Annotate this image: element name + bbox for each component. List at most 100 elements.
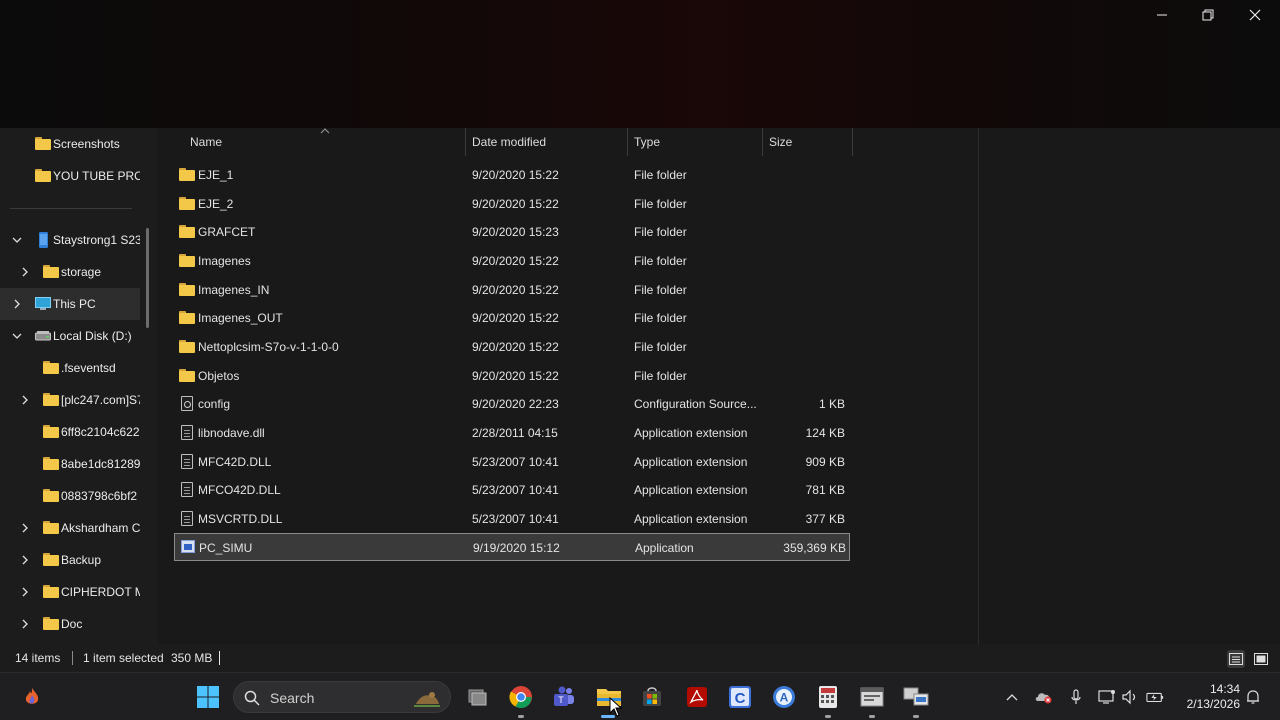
column-divider[interactable] xyxy=(852,128,853,156)
file-row[interactable]: MFCO42D.DLL 5/23/2007 10:41 Application ex… xyxy=(174,476,850,504)
navigation-pane: Screenshots YOU TUBE PROJ Staystrong1 S23 s… xyxy=(0,128,158,644)
nav-item-label: 8abe1dc81289 xyxy=(61,457,140,471)
file-row[interactable]: Imagenes_OUT 9/20/2020 15:22 File folder xyxy=(174,304,850,332)
nav-item-cipherdot-m[interactable]: CIPHERDOT M xyxy=(0,576,140,608)
chevron-right-icon[interactable] xyxy=(19,554,31,566)
c-app-button[interactable]: C xyxy=(726,683,754,711)
file-row[interactable]: PC_SIMU 9/19/2020 15:12 Application 359,369… xyxy=(174,533,850,561)
column-divider[interactable] xyxy=(627,128,628,156)
dll-file-icon xyxy=(181,511,193,526)
column-header-date[interactable]: Date modified xyxy=(472,128,546,156)
chevron-right-icon[interactable] xyxy=(19,586,31,598)
microphone-button[interactable] xyxy=(1067,688,1085,706)
remote-app-button[interactable] xyxy=(902,683,930,711)
running-indicator xyxy=(518,715,524,718)
onedrive-error-icon xyxy=(1035,693,1052,704)
file-row[interactable]: EJE_1 9/20/2020 15:22 File folder xyxy=(174,161,850,189)
search-highlight-bird-icon xyxy=(414,692,440,707)
store-button[interactable] xyxy=(638,683,666,711)
clock[interactable]: 14:34 2/13/2026 xyxy=(1178,682,1240,712)
file-row[interactable]: GRAFCET 9/20/2020 15:23 File folder xyxy=(174,218,850,246)
folder-icon xyxy=(43,457,59,471)
nav-item-storage[interactable]: storage xyxy=(0,256,140,288)
nav-item-8abe1dc81289[interactable]: 8abe1dc81289 xyxy=(0,448,140,480)
chevron-right-icon[interactable] xyxy=(19,394,31,406)
folder-icon xyxy=(43,393,59,407)
folder-icon xyxy=(179,168,195,181)
file-row[interactable]: Imagenes 9/20/2020 15:22 File folder xyxy=(174,247,850,275)
folder-icon xyxy=(179,225,195,238)
nav-item-backup[interactable]: Backup xyxy=(0,544,140,576)
chrome-button[interactable] xyxy=(507,683,535,711)
remote-app-icon xyxy=(903,687,929,706)
column-header-name[interactable]: Name xyxy=(190,128,222,156)
column-header-type[interactable]: Type xyxy=(634,128,660,156)
chevron-down-icon[interactable] xyxy=(11,330,23,342)
nav-item-6ff8c2104c622[interactable]: 6ff8c2104c622 xyxy=(0,416,140,448)
chevron-down-icon[interactable] xyxy=(11,234,23,246)
battery-charging-icon xyxy=(1146,692,1164,703)
acrobat-button[interactable] xyxy=(683,683,711,711)
nav-item-doc[interactable]: Doc xyxy=(0,608,140,640)
nav-item-0883798c6bf2[interactable]: 0883798c6bf2 xyxy=(0,480,140,512)
large-icons-view-button[interactable] xyxy=(1252,650,1270,668)
file-row[interactable]: MSVCRTD.DLL 5/23/2007 10:41 Application ex… xyxy=(174,505,850,533)
speaker-icon xyxy=(1122,689,1136,705)
nav-scrollbar[interactable] xyxy=(146,228,149,328)
file-row[interactable]: Imagenes_IN 9/20/2020 15:22 File folder xyxy=(174,276,850,304)
task-view-button[interactable] xyxy=(463,683,491,711)
file-row[interactable]: libnodave.dll 2/28/2011 04:15 Application … xyxy=(174,419,850,447)
start-button[interactable] xyxy=(194,683,222,711)
teams-button[interactable]: T xyxy=(550,683,578,711)
notifications-button[interactable] xyxy=(1244,688,1262,706)
folder-icon xyxy=(179,369,195,382)
nav-item-this-pc[interactable]: This PC xyxy=(0,288,140,320)
folder-icon xyxy=(179,254,195,267)
close-button[interactable] xyxy=(1232,0,1278,30)
chevron-right-icon[interactable] xyxy=(19,618,31,630)
file-row[interactable]: config 9/20/2020 22:23 Configuration Sourc… xyxy=(174,390,850,418)
network-button[interactable] xyxy=(1098,688,1116,706)
file-date-modified: 9/20/2020 22:23 xyxy=(472,397,559,411)
nav-item-label: Backup xyxy=(61,553,102,567)
nav-item-akshardham-c[interactable]: Akshardham C xyxy=(0,512,140,544)
volume-button[interactable] xyxy=(1121,688,1139,706)
battery-button[interactable] xyxy=(1146,688,1164,706)
file-date-modified: 2/28/2011 04:15 xyxy=(472,426,558,440)
folder-icon xyxy=(43,425,59,439)
file-name: MSVCRTD.DLL xyxy=(198,512,283,526)
chevron-right-icon[interactable] xyxy=(19,522,31,534)
details-view-button[interactable] xyxy=(1227,650,1245,668)
svg-text:T: T xyxy=(558,695,564,705)
chevron-right-icon[interactable] xyxy=(11,298,23,310)
minimize-button[interactable] xyxy=(1139,0,1185,30)
file-name: Objetos xyxy=(198,369,240,383)
column-divider[interactable] xyxy=(762,128,763,156)
nav-item-you-tube-proj[interactable]: YOU TUBE PROJ xyxy=(0,160,140,192)
config-file-icon xyxy=(181,396,193,411)
close-icon xyxy=(1249,9,1261,21)
nav-item-staystrong1-s23[interactable]: Staystrong1 S23 xyxy=(0,224,140,256)
svg-text:A: A xyxy=(780,691,789,705)
column-divider[interactable] xyxy=(465,128,466,156)
chevron-right-icon[interactable] xyxy=(19,266,31,278)
nav-item-plc247-com-s7[interactable]: [plc247.com]S7 xyxy=(0,384,140,416)
widgets-button[interactable] xyxy=(18,683,46,711)
calculator-app-button[interactable] xyxy=(814,683,842,711)
a-app-button[interactable]: A xyxy=(770,683,798,711)
nav-item-local-disk-d[interactable]: Local Disk (D:) xyxy=(0,320,140,352)
file-row[interactable]: EJE_2 9/20/2020 15:22 File folder xyxy=(174,190,850,218)
nav-item-screenshots[interactable]: Screenshots xyxy=(0,128,140,160)
nav-item-label: This PC xyxy=(53,297,96,311)
column-header-size[interactable]: Size xyxy=(769,128,792,156)
restore-button[interactable] xyxy=(1185,0,1231,30)
file-row[interactable]: MFC42D.DLL 5/23/2007 10:41 Application ext… xyxy=(174,448,850,476)
nav-item-fseventsd[interactable]: .fseventsd xyxy=(0,352,140,384)
file-row[interactable]: Objetos 9/20/2020 15:22 File folder xyxy=(174,362,850,390)
search-box[interactable]: Search xyxy=(233,681,451,713)
file-row[interactable]: Nettoplcsim-S7o-v-1-1-0-0 9/20/2020 15:22… xyxy=(174,333,850,361)
folder-icon xyxy=(179,311,195,324)
window-app-button[interactable] xyxy=(858,683,886,711)
onedrive-tray-button[interactable] xyxy=(1035,688,1053,706)
show-hidden-icons-button[interactable] xyxy=(1003,688,1021,706)
